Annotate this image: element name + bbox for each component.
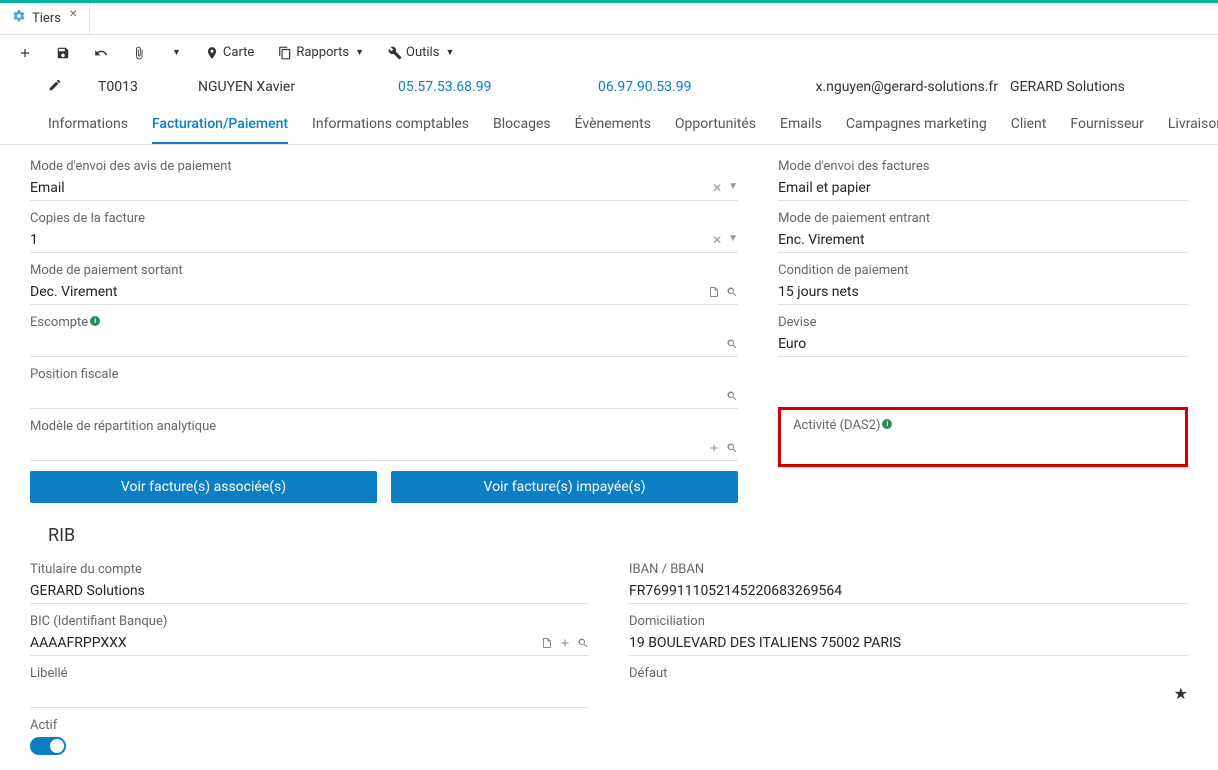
plus-icon[interactable] (559, 637, 571, 649)
field-mode-envoi-factures: Mode d'envoi des factures Email et papie… (778, 159, 1188, 201)
field-titulaire: Titulaire du compte GERARD Solutions (30, 562, 589, 604)
contact-code: T0013 (98, 79, 198, 95)
save-button[interactable] (56, 46, 70, 60)
info-icon: i (882, 419, 892, 429)
carte-button[interactable]: Carte (205, 45, 254, 60)
contact-mobile[interactable]: 06.97.90.53.99 (598, 79, 798, 95)
tab-facturation-paiement[interactable]: Facturation/Paiement (152, 116, 288, 144)
field-libelle: Libellé (30, 666, 589, 708)
search-icon[interactable] (726, 390, 738, 402)
tab-fournisseur[interactable]: Fournisseur (1070, 116, 1144, 144)
info-icon: i (90, 316, 100, 326)
chevron-down-icon[interactable]: ▼ (728, 181, 738, 195)
add-button[interactable] (18, 46, 32, 60)
field-modele-repartition: Modèle de répartition analytique (30, 419, 738, 461)
field-condition-paiement: Condition de paiement 15 jours nets (778, 263, 1188, 305)
outils-dropdown[interactable]: Outils▼ (388, 45, 454, 60)
sub-tabs: Informations Facturation/Paiement Inform… (0, 104, 1218, 145)
tab-livraison[interactable]: Livraison (1168, 116, 1218, 144)
activite-das2-highlight: Activité (DAS2)i (778, 407, 1188, 467)
more-dropdown[interactable]: ▼ (170, 47, 181, 58)
attach-button[interactable] (132, 46, 146, 60)
field-mode-paiement-sortant: Mode de paiement sortant Dec. Virement (30, 263, 738, 305)
voir-factures-impayees-button[interactable]: Voir facture(s) impayée(s) (391, 471, 738, 503)
document-icon[interactable] (541, 637, 553, 649)
clear-icon[interactable]: ✕ (712, 181, 722, 195)
tab-client[interactable]: Client (1011, 116, 1047, 144)
field-escompte: Escomptei (30, 315, 738, 357)
search-icon[interactable] (726, 286, 738, 298)
contact-tel[interactable]: 05.57.53.68.99 (398, 79, 598, 95)
chevron-down-icon[interactable]: ▼ (728, 233, 738, 247)
star-icon[interactable]: ★ (629, 684, 1188, 703)
rib-section-title: RIB (48, 503, 1188, 562)
contact-email[interactable]: x.nguyen@gerard-solutions.fr (798, 79, 998, 95)
field-iban: IBAN / BBAN FR7699111052145220683269564 (629, 562, 1188, 604)
clear-icon[interactable]: ✕ (712, 233, 722, 247)
actif-toggle[interactable] (30, 737, 66, 755)
gear-icon (12, 9, 26, 27)
undo-button[interactable] (94, 46, 108, 60)
voir-factures-associees-button[interactable]: Voir facture(s) associée(s) (30, 471, 377, 503)
tab-evenements[interactable]: Évènements (575, 116, 651, 144)
close-icon[interactable]: ✕ (69, 9, 77, 20)
field-actif: Actif (30, 718, 589, 755)
toolbar: ▼ Carte Rapports▼ Outils▼ (0, 35, 1218, 70)
contact-row: T0013 NGUYEN Xavier 05.57.53.68.99 06.97… (0, 70, 1218, 104)
contact-name: NGUYEN Xavier (198, 79, 398, 95)
window-tab-label: Tiers (32, 11, 61, 26)
field-mode-paiement-entrant: Mode de paiement entrant Enc. Virement (778, 211, 1188, 253)
tab-informations[interactable]: Informations (48, 116, 128, 144)
field-mode-envoi-avis: Mode d'envoi des avis de paiement Email … (30, 159, 738, 201)
search-icon[interactable] (726, 442, 738, 454)
tab-bar: Tiers ✕ (0, 3, 1218, 35)
tab-emails[interactable]: Emails (780, 116, 822, 144)
field-domiciliation: Domiciliation 19 BOULEVARD DES ITALIENS … (629, 614, 1188, 656)
field-bic: BIC (Identifiant Banque) AAAAFRPPXXX (30, 614, 589, 656)
field-copies-facture: Copies de la facture 1 ✕▼ (30, 211, 738, 253)
search-icon[interactable] (577, 637, 589, 649)
window-tab-tiers[interactable]: Tiers ✕ (0, 3, 90, 34)
search-icon[interactable] (726, 338, 738, 350)
plus-icon[interactable] (708, 442, 720, 454)
edit-icon[interactable] (48, 78, 62, 96)
field-position-fiscale: Position fiscale (30, 367, 738, 409)
rapports-dropdown[interactable]: Rapports▼ (278, 45, 364, 60)
tab-blocages[interactable]: Blocages (493, 116, 551, 144)
tab-opportunites[interactable]: Opportunités (675, 116, 756, 144)
tab-infos-comptables[interactable]: Informations comptables (312, 116, 469, 144)
field-devise: Devise Euro (778, 315, 1188, 357)
field-defaut: Défaut ★ (629, 666, 1188, 703)
contact-company: GERARD Solutions (1010, 79, 1150, 95)
document-icon[interactable] (708, 286, 720, 298)
tab-campagnes[interactable]: Campagnes marketing (846, 116, 987, 144)
